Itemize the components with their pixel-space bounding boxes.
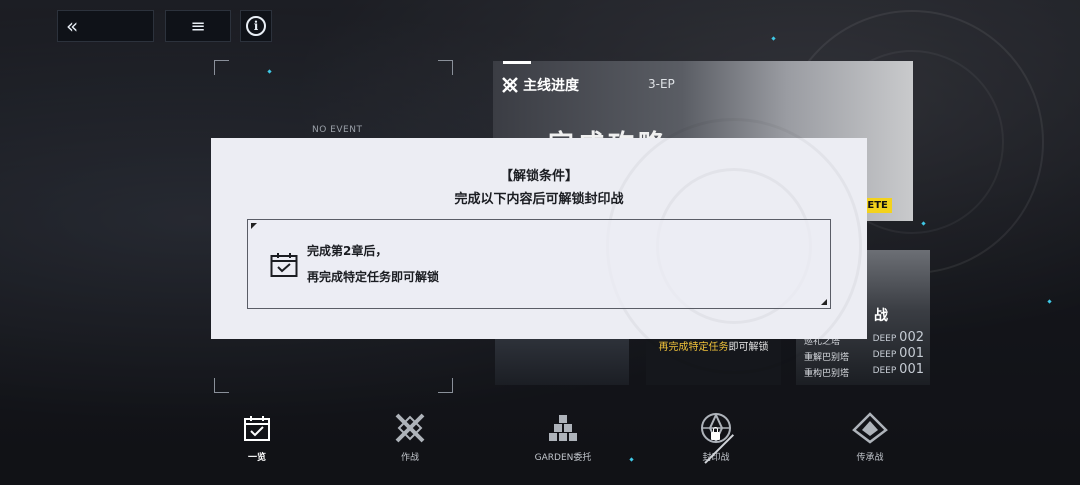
calendar-check-icon — [244, 416, 270, 441]
deep-level: DEEP 002 — [873, 330, 924, 345]
nav-label: GARDEN委托 — [534, 453, 592, 463]
info-icon: i — [246, 16, 266, 36]
nav-tab-overview[interactable]: 一览 — [212, 410, 302, 463]
tower-row-label: 重解巴别塔 — [804, 353, 850, 363]
lock-icon — [711, 427, 720, 440]
hamburger-menu-icon: ≡ — [190, 15, 206, 37]
frame-corner-bl — [214, 378, 229, 393]
nav-label: 作战 — [400, 453, 419, 463]
deep-prefix: DEEP — [872, 350, 897, 360]
corner-mark — [251, 223, 257, 229]
dialog-title: 【解锁条件】 — [499, 169, 578, 184]
deep-level: DEEP 001 — [873, 346, 924, 361]
card-title: 主线进度 — [501, 75, 579, 95]
deep-level: DEEP 001 — [873, 362, 924, 377]
nav-tab-battle[interactable]: 作战 — [365, 410, 455, 463]
frame-corner-tl — [214, 60, 229, 75]
campaign-card[interactable] — [495, 338, 629, 385]
tower-row: 重构巴别塔 DEEP 001 — [804, 362, 924, 379]
blocks-icon — [549, 415, 577, 441]
frame-corner-tr — [438, 60, 453, 75]
condition-box: 完成第2章后， 再完成特定任务即可解锁 — [247, 219, 831, 309]
deep-value: 001 — [899, 362, 924, 377]
emblem-icon — [852, 412, 888, 444]
nav-tab-seal-battle[interactable]: 封印战 — [671, 410, 761, 464]
deep-value: 001 — [899, 346, 924, 361]
nav-label: 传承战 — [856, 453, 884, 463]
nav-tab-garden[interactable]: GARDEN委托 — [518, 410, 608, 463]
condition-line-1: 完成第2章后， — [307, 244, 388, 258]
frame-corner-br — [438, 378, 453, 393]
card-title-text: 主线进度 — [523, 78, 579, 94]
crossed-swords-icon — [395, 413, 425, 443]
menu-button[interactable]: ≡ — [165, 10, 231, 42]
tower-card-caption: 战 — [874, 308, 888, 324]
unlock-condition-dialog[interactable]: 【解锁条件】 完成以下内容后可解锁封印战 完成第2章后， 再完成特定任务即可解锁 — [211, 118, 867, 374]
no-event-label: NO EVENT — [312, 125, 363, 135]
corner-mark — [821, 299, 827, 305]
deep-value: 002 — [899, 330, 924, 345]
crossed-swords-icon — [502, 77, 518, 93]
info-button[interactable]: i — [240, 10, 272, 42]
double-chevron-left-icon: « — [66, 14, 79, 38]
condition-line-2: 再完成特定任务即可解锁 — [307, 270, 440, 284]
dialog-subtitle: 完成以下内容后可解锁封印战 — [454, 192, 624, 207]
back-button[interactable]: « — [57, 10, 154, 42]
card-accent-bar — [503, 61, 531, 64]
deep-prefix: DEEP — [872, 366, 897, 376]
deep-prefix: DEEP — [872, 334, 897, 344]
tower-row-label: 重构巴别塔 — [804, 369, 850, 379]
nav-label: 一览 — [247, 453, 266, 463]
nav-tab-legacy-battle[interactable]: 传承战 — [825, 410, 915, 463]
episode-label: 3-EP — [648, 77, 675, 91]
calendar-check-icon — [270, 253, 298, 277]
